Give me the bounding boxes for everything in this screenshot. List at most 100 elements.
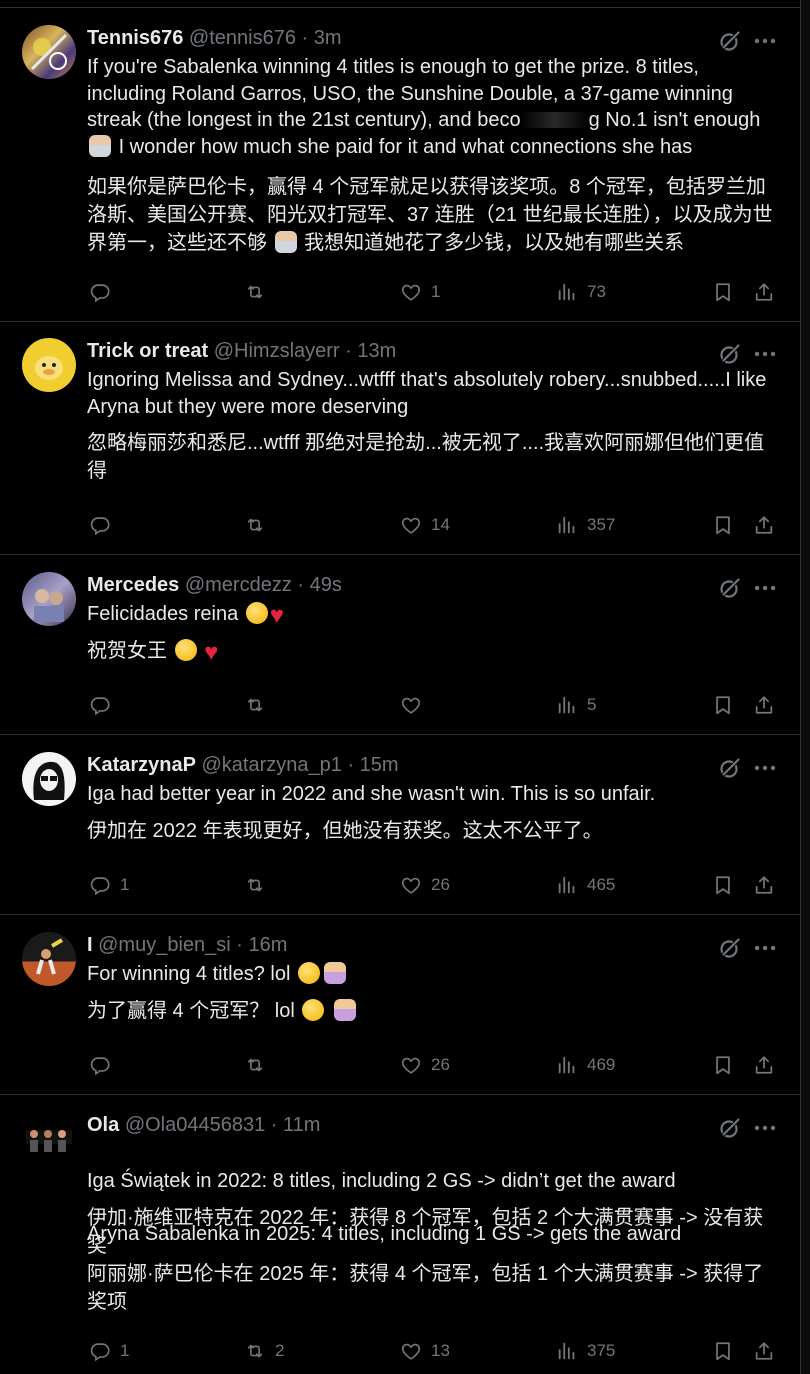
retweet-button[interactable] [244, 872, 275, 898]
share-button[interactable] [753, 1338, 775, 1364]
share-button[interactable] [753, 279, 775, 305]
bookmark-button[interactable] [712, 512, 734, 538]
like-button[interactable]: 14 [400, 512, 450, 538]
tweet[interactable]: Ola @Ola04456831 · 11m Iga Świątek in 20… [0, 1095, 800, 1374]
handle[interactable]: @mercdezz [185, 574, 292, 596]
views-button[interactable]: 73 [556, 279, 606, 305]
views-button[interactable]: 375 [556, 1338, 615, 1364]
grok-icon[interactable] [718, 756, 742, 780]
views-icon [556, 1340, 578, 1362]
grok-icon[interactable] [718, 936, 742, 960]
grok-icon[interactable] [718, 29, 742, 53]
share-icon [753, 694, 775, 716]
share-button[interactable] [753, 692, 775, 718]
share-button[interactable] [753, 1052, 775, 1078]
more-icon[interactable] [752, 576, 778, 600]
like-button[interactable] [400, 692, 431, 718]
retweet-button[interactable] [244, 279, 275, 305]
tweet[interactable]: I @muy_bien_si · 16m For winning 4 title… [0, 915, 800, 1095]
handle[interactable]: @katarzyna_p1 [202, 754, 342, 776]
avatar[interactable] [22, 338, 76, 392]
bookmark-button[interactable] [712, 1052, 734, 1078]
tweet[interactable]: Mercedes @mercdezz · 49s Felicidades rei… [0, 555, 800, 735]
red-heart-emoji: ♥ [269, 602, 285, 629]
tweet-text: Ignoring Melissa and Sydney...wtfff that… [87, 369, 767, 418]
more-icon[interactable] [752, 29, 778, 53]
display-name[interactable]: KatarzynaP [87, 754, 196, 776]
action-bar: 1 26 465 [87, 872, 779, 898]
views-button[interactable]: 465 [556, 872, 615, 898]
avatar[interactable] [22, 25, 76, 79]
reply-button[interactable] [89, 1052, 120, 1078]
reply-button[interactable] [89, 692, 120, 718]
more-icon[interactable] [752, 1116, 778, 1140]
retweet-button[interactable] [244, 512, 275, 538]
more-icon[interactable] [752, 342, 778, 366]
avatar[interactable] [22, 932, 76, 986]
grok-icon[interactable] [718, 576, 742, 600]
display-name[interactable]: Mercedes [87, 574, 179, 596]
woman-facepalming-emoji [324, 962, 346, 984]
display-name[interactable]: Ola [87, 1114, 119, 1136]
views-icon [556, 281, 578, 303]
handle[interactable]: @tennis676 [189, 27, 296, 49]
grok-icon[interactable] [718, 342, 742, 366]
handle[interactable]: @Himzslayerr [214, 340, 340, 362]
like-button[interactable]: 1 [400, 279, 440, 305]
tweet[interactable]: KatarzynaP @katarzyna_p1 · 15m Iga had b… [0, 735, 800, 915]
like-button[interactable]: 13 [400, 1338, 450, 1364]
bookmark-button[interactable] [712, 872, 734, 898]
handle[interactable]: @muy_bien_si [98, 934, 231, 956]
timestamp[interactable]: · 49s [297, 574, 341, 596]
tweet-text: Iga had better year in 2022 and she wasn… [87, 783, 656, 805]
share-button[interactable] [753, 872, 775, 898]
timestamp[interactable]: · 13m [345, 340, 396, 362]
retweet-icon [244, 514, 266, 536]
views-button[interactable]: 469 [556, 1052, 615, 1078]
display-name[interactable]: Trick or treat [87, 340, 208, 362]
handle[interactable]: @Ola04456831 [125, 1114, 265, 1136]
like-button[interactable]: 26 [400, 872, 450, 898]
views-button[interactable]: 5 [556, 692, 596, 718]
avatar[interactable] [22, 572, 76, 626]
action-bar: 5 [87, 692, 779, 718]
pleading-face-emoji [245, 602, 268, 624]
more-icon[interactable] [752, 756, 778, 780]
person-shrugging-emoji [89, 134, 111, 157]
reply-button[interactable]: 1 [89, 1338, 129, 1364]
tweet-header: Mercedes @mercdezz · 49s [87, 572, 342, 598]
bookmark-icon [712, 514, 734, 536]
grok-icon[interactable] [718, 1116, 742, 1140]
like-icon [400, 281, 422, 303]
scrollbar[interactable] [801, 0, 810, 1374]
bookmark-icon [712, 1340, 734, 1362]
tweet[interactable]: Tennis676 @tennis676 · 3m If you're Saba… [0, 7, 800, 322]
bookmark-button[interactable] [712, 1338, 734, 1364]
timestamp[interactable]: · 15m [347, 754, 398, 776]
like-button[interactable]: 26 [400, 1052, 450, 1078]
tweet-header: I @muy_bien_si · 16m [87, 932, 287, 958]
bookmark-button[interactable] [712, 279, 734, 305]
share-icon [753, 1054, 775, 1076]
avatar[interactable] [22, 1112, 76, 1166]
person-shrugging-emoji [274, 231, 297, 253]
timestamp[interactable]: · 3m [302, 27, 342, 49]
reply-button[interactable]: 1 [89, 872, 129, 898]
views-button[interactable]: 357 [556, 512, 615, 538]
retweet-button[interactable] [244, 1052, 275, 1078]
reply-button[interactable] [89, 279, 120, 305]
tweet[interactable]: Trick or treat @Himzslayerr · 13m Ignori… [0, 321, 800, 555]
more-icon[interactable] [752, 936, 778, 960]
retweet-button[interactable] [244, 692, 275, 718]
share-button[interactable] [753, 512, 775, 538]
avatar[interactable] [22, 752, 76, 806]
display-name[interactable]: Tennis676 [87, 27, 183, 49]
bookmark-icon [712, 281, 734, 303]
display-name[interactable]: I [87, 934, 93, 956]
tweet-translation: 伊加·施维亚特克在 2022 年：获得 8 个冠军，包括 2 个大满贯赛事 ->… [87, 1207, 764, 1313]
timestamp[interactable]: · 11m [271, 1114, 321, 1136]
retweet-button[interactable]: 2 [244, 1338, 284, 1364]
reply-button[interactable] [89, 512, 120, 538]
bookmark-button[interactable] [712, 692, 734, 718]
timestamp[interactable]: · 16m [236, 934, 287, 956]
